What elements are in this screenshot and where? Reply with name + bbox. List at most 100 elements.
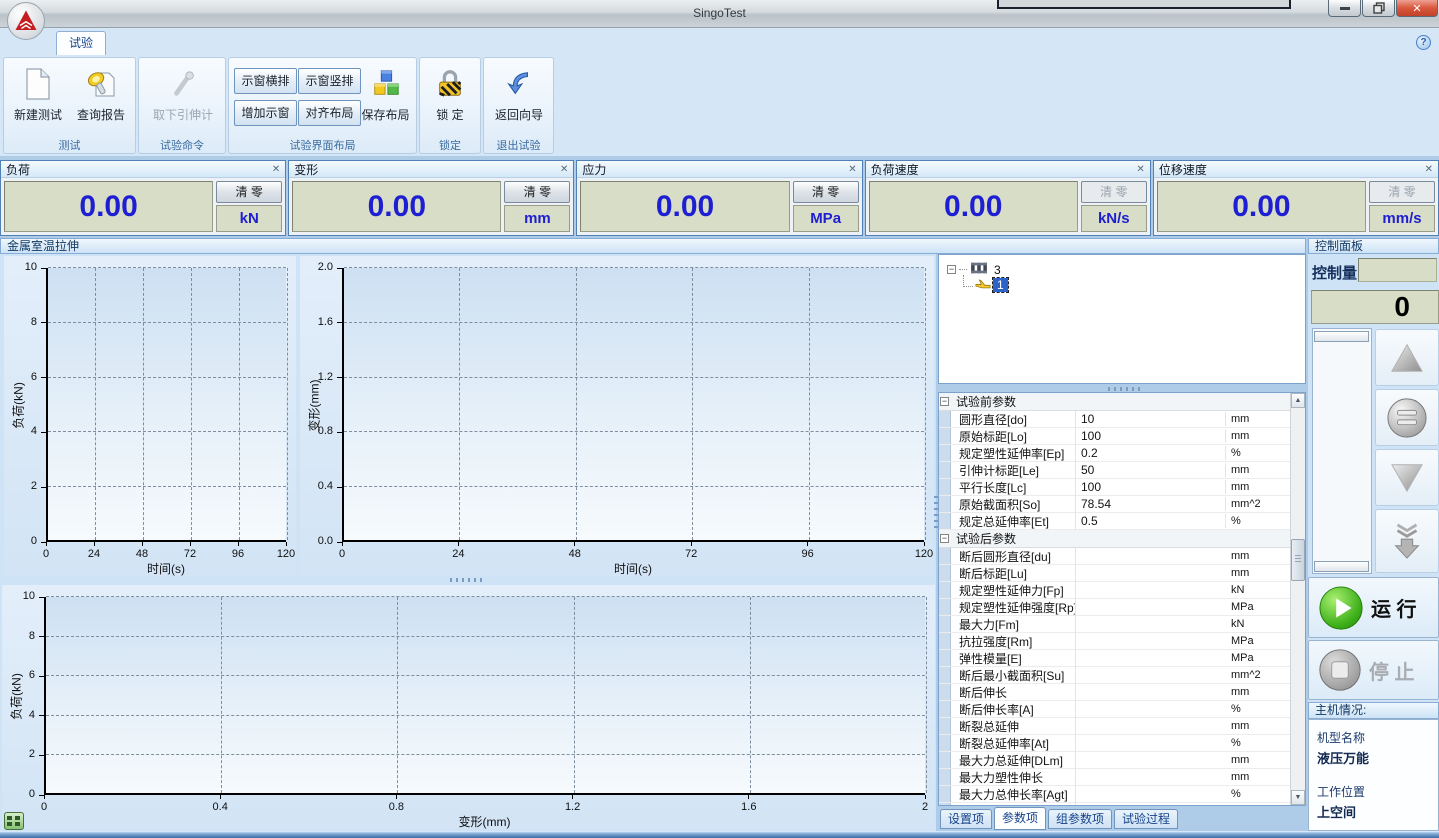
param-row[interactable]: 断后最小截面积[Su]mm^2 (939, 667, 1290, 684)
param-row[interactable]: 规定塑性延伸力[Fp]kN (939, 582, 1290, 599)
param-group-label: 试验前参数 (956, 393, 1016, 410)
tab-parameters[interactable]: 参数项 (994, 807, 1046, 830)
hold-button[interactable] (1375, 389, 1439, 446)
app-logo-button[interactable] (7, 2, 45, 40)
param-row[interactable]: 最大力塑性伸长mm (939, 769, 1290, 786)
collapse-icon[interactable]: − (947, 265, 956, 274)
collapse-icon[interactable]: − (940, 534, 949, 543)
clear-button[interactable]: 清 零 (216, 181, 282, 203)
param-unit: % (1226, 737, 1290, 749)
param-row[interactable]: 原始标距[Lo]100mm (939, 428, 1290, 445)
chart-load-vs-time: 0244872961200246810时间(s)负荷(kN) (4, 256, 296, 576)
new-test-button[interactable]: 新建测试 (7, 61, 69, 139)
param-name: 原始标距[Lo] (939, 428, 1076, 445)
param-row[interactable]: 规定塑性延伸强度[Rp]MPa (939, 599, 1290, 616)
param-row[interactable]: 断后圆形直径[du]mm (939, 548, 1290, 565)
overlapping-window-edge (997, 0, 1291, 9)
x-tick-label: 96 (791, 548, 825, 560)
control-quantity-label: 控制量 (1312, 262, 1357, 283)
up-triangle-icon (1388, 341, 1426, 375)
close-button[interactable]: ✕ (1396, 0, 1438, 17)
param-value[interactable]: 100 (1076, 480, 1226, 494)
param-value[interactable]: 78.54 (1076, 497, 1226, 511)
report-search-icon (85, 64, 117, 104)
minimize-button[interactable] (1328, 0, 1361, 17)
param-row[interactable]: 规定总延伸率[Et]0.5% (939, 513, 1290, 530)
tab-test[interactable]: 试验 (56, 31, 106, 55)
query-report-button[interactable]: 查询报告 (70, 61, 132, 139)
tab-group-parameters[interactable]: 组参数项 (1048, 809, 1112, 829)
param-value[interactable]: 100 (1076, 429, 1226, 443)
help-icon[interactable]: ? (1416, 35, 1431, 50)
param-name: 原始截面积[So] (939, 496, 1076, 513)
param-row[interactable]: 断后标距[Lu]mm (939, 565, 1290, 582)
jog-down-button[interactable] (1375, 449, 1439, 506)
clear-button[interactable]: 清 零 (504, 181, 570, 203)
layout-grid-icon[interactable] (4, 812, 24, 830)
speed-slider-track[interactable] (1312, 328, 1372, 574)
param-row[interactable]: 最大力[Fm]kN (939, 616, 1290, 633)
close-icon[interactable]: ✕ (1136, 164, 1144, 175)
param-row[interactable]: 原始截面积[So]78.54mm^2 (939, 496, 1290, 513)
param-group-label: 试验后参数 (956, 530, 1016, 547)
save-layout-button[interactable]: 保存布局 (357, 61, 414, 139)
param-row[interactable]: 断裂总延伸mm (939, 718, 1290, 735)
meter-title-bar: 位移速度✕ (1154, 161, 1438, 178)
slider-thumb-bottom[interactable] (1314, 561, 1369, 572)
close-icon[interactable]: ✕ (848, 164, 856, 175)
param-value[interactable]: 0.2 (1076, 446, 1226, 460)
param-name: 圆形直径[do] (939, 411, 1076, 428)
param-row[interactable]: 规定塑性延伸率[Ep]0.2% (939, 445, 1290, 462)
return-wizard-button[interactable]: 返回向导 (488, 61, 550, 139)
scrollbar[interactable]: ▲ ▼ (1290, 393, 1305, 805)
param-row[interactable]: 最大力总伸长率[Agt]% (939, 786, 1290, 803)
tab-test-process[interactable]: 试验过程 (1114, 809, 1178, 829)
plot-area (44, 597, 925, 795)
jog-up-button[interactable] (1375, 329, 1439, 386)
add-window-button[interactable]: 增加示窗 (234, 100, 297, 126)
param-row[interactable]: 圆形直径[do]10mm (939, 411, 1290, 428)
horizontal-splitter[interactable] (450, 578, 484, 582)
param-value[interactable]: 0.5 (1076, 514, 1226, 528)
tree-root-row[interactable]: − 3 (947, 261, 1004, 278)
param-name: 断后圆形直径[du] (939, 548, 1076, 565)
param-row[interactable]: 断后伸长率[A]% (939, 701, 1290, 718)
windows-horizontal-button[interactable]: 示窗横排 (234, 68, 297, 94)
param-row[interactable]: 最大力总延伸[DLm]mm (939, 752, 1290, 769)
param-group-header[interactable]: −试验前参数 (939, 393, 1290, 411)
collapse-icon[interactable]: − (940, 397, 949, 406)
tree-item-selected[interactable]: 1 (963, 277, 1008, 293)
param-row[interactable]: 断后伸长mm (939, 684, 1290, 701)
tree-root-label[interactable]: 3 (991, 263, 1004, 277)
param-row[interactable]: 引伸计标距[Le]50mm (939, 462, 1290, 479)
close-icon[interactable]: ✕ (560, 164, 568, 175)
tab-settings[interactable]: 设置项 (940, 809, 992, 829)
close-icon[interactable]: ✕ (272, 164, 280, 175)
restore-button[interactable] (1362, 0, 1395, 17)
clear-button[interactable]: 清 零 (793, 181, 859, 203)
stop-button[interactable]: 停 止 (1308, 640, 1439, 700)
param-row[interactable]: 平行长度[Lc]100mm (939, 479, 1290, 496)
param-row[interactable]: 弹性模量[E]MPa (939, 650, 1290, 667)
run-button[interactable]: 运 行 (1308, 577, 1439, 638)
lock-button[interactable]: 锁 定 (422, 61, 478, 139)
scroll-down-button[interactable]: ▼ (1291, 790, 1305, 805)
fast-down-button[interactable] (1375, 509, 1439, 573)
param-row[interactable]: 抗拉强度[Rm]MPa (939, 633, 1290, 650)
close-icon[interactable]: ✕ (1425, 164, 1433, 175)
ribbon-group-test: 新建测试 查询报告 测试 (3, 57, 136, 154)
param-value[interactable]: 50 (1076, 463, 1226, 477)
scroll-up-button[interactable]: ▲ (1291, 393, 1305, 408)
selected-specimen[interactable]: 1 (993, 278, 1008, 292)
tree-param-splitter[interactable] (1108, 387, 1142, 391)
scroll-thumb[interactable] (1291, 539, 1305, 581)
windows-vertical-button[interactable]: 示窗竖排 (298, 68, 361, 94)
control-quantity-input[interactable] (1358, 258, 1437, 282)
tree-connector (959, 269, 967, 270)
slider-thumb-top[interactable] (1314, 331, 1369, 342)
param-row[interactable]: 断裂总延伸率[At]% (939, 735, 1290, 752)
param-value[interactable]: 10 (1076, 412, 1226, 426)
param-group-header[interactable]: −试验后参数 (939, 530, 1290, 548)
meter-side: 清 零kN/s (1081, 181, 1147, 232)
align-layout-button[interactable]: 对齐布局 (298, 100, 361, 126)
